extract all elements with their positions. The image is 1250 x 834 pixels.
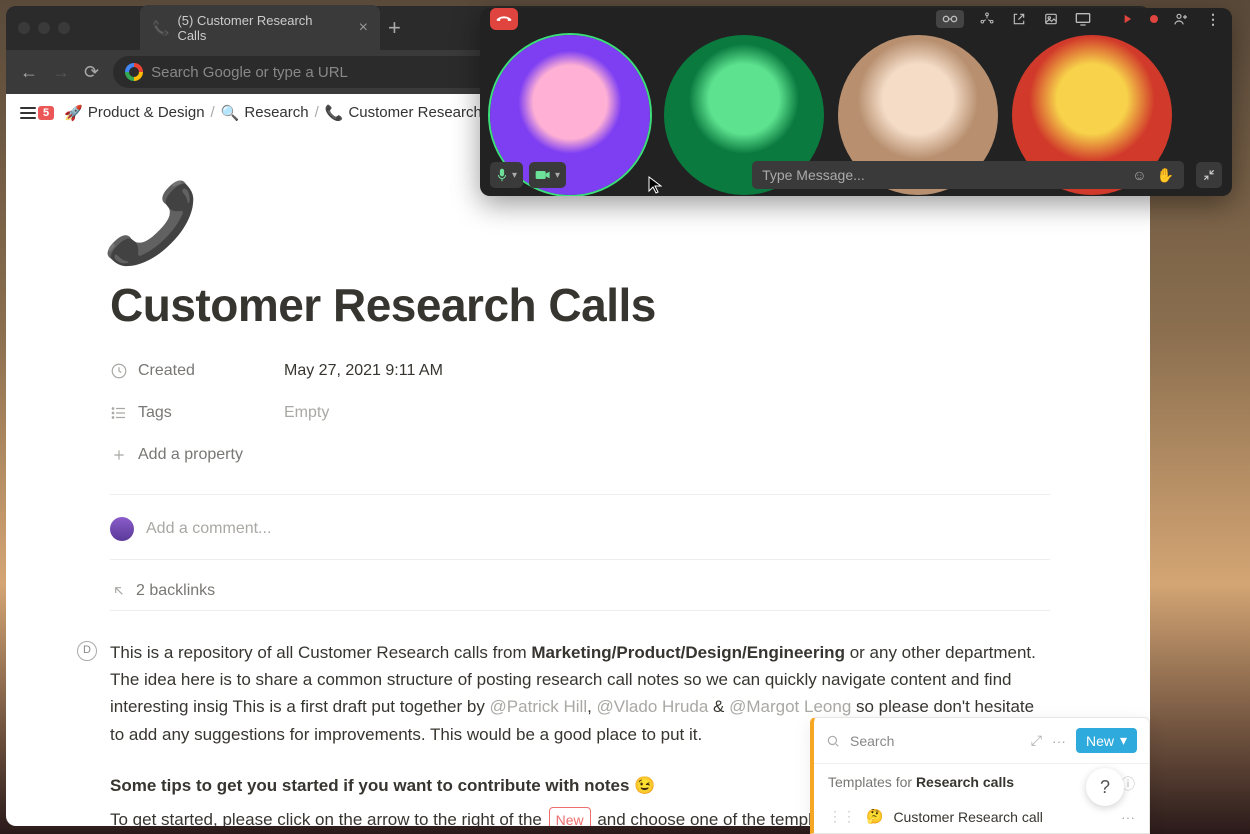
mention-margot[interactable]: @Margot Leong: [729, 697, 851, 716]
rocket-icon: 🚀: [64, 104, 83, 122]
back-button[interactable]: ←: [20, 62, 38, 83]
emoji-icon[interactable]: ☺: [1132, 167, 1146, 184]
add-property[interactable]: Add a property: [110, 434, 1050, 476]
divider: [110, 559, 1050, 560]
chevron-down-icon[interactable]: ▾: [555, 170, 560, 181]
prop-created[interactable]: Created May 27, 2021 9:11 AM: [110, 350, 1050, 392]
hangup-button[interactable]: [490, 8, 518, 30]
close-window[interactable]: [18, 22, 30, 34]
crumb-product-design[interactable]: 🚀 Product & Design: [64, 104, 204, 122]
raise-hand-icon[interactable]: ✋: [1157, 167, 1174, 184]
forward-button[interactable]: →: [52, 62, 70, 83]
tags-value[interactable]: Empty: [284, 404, 329, 422]
comment-row[interactable]: Add a comment...: [110, 517, 1050, 541]
search-icon: [826, 734, 840, 748]
reload-button[interactable]: ⟳: [84, 62, 99, 83]
kebab-icon[interactable]: ⋮: [1204, 10, 1222, 28]
tab-favicon: 📞: [152, 20, 169, 37]
backlinks[interactable]: 2 backlinks: [110, 582, 1050, 600]
prop-tags[interactable]: Tags Empty: [110, 392, 1050, 434]
crumb-research[interactable]: 🔍 Research: [221, 104, 309, 122]
author-badge: D: [77, 641, 97, 661]
mention-vlado[interactable]: @Vlado Hruda: [597, 697, 709, 716]
video-tools: ⋮: [936, 10, 1222, 28]
templates-search[interactable]: Search: [850, 733, 894, 749]
help-button[interactable]: ?: [1086, 768, 1124, 806]
record-icon[interactable]: [1118, 10, 1136, 28]
avatar: [110, 517, 134, 541]
camera-button[interactable]: ▾: [529, 162, 566, 188]
phone-icon: 📞: [325, 104, 344, 122]
comment-placeholder[interactable]: Add a comment...: [146, 520, 271, 538]
apps-icon[interactable]: [978, 10, 996, 28]
video-call-bottom: ▾ ▾ Type Message... ☺ ✋: [490, 160, 1222, 190]
window-controls[interactable]: [18, 22, 70, 34]
new-template-button[interactable]: New ▾: [1076, 728, 1137, 753]
templates-header: Search ⤢ ··· New ▾: [814, 718, 1149, 763]
hamburger-icon: [20, 112, 36, 114]
record-dot-icon: [1150, 15, 1158, 23]
new-tab-button[interactable]: +: [388, 15, 401, 41]
list-icon: [110, 404, 128, 422]
drag-handle-icon[interactable]: ⋮⋮: [828, 808, 856, 825]
template-item-label: Customer Research call: [893, 809, 1042, 825]
page-icon[interactable]: 📞: [102, 184, 199, 262]
minimize-call-icon[interactable]: [1196, 162, 1222, 188]
minimize-window[interactable]: [38, 22, 50, 34]
link-icon[interactable]: [936, 10, 964, 28]
picture-icon[interactable]: [1042, 10, 1060, 28]
browser-tab[interactable]: 📞 (5) Customer Research Calls ×: [140, 5, 380, 51]
backlinks-icon: [110, 582, 128, 600]
add-people-icon[interactable]: [1172, 10, 1190, 28]
message-input[interactable]: Type Message... ☺ ✋: [752, 161, 1184, 189]
message-placeholder: Type Message...: [762, 167, 865, 183]
clock-icon: [110, 362, 128, 380]
video-call-window: ⋮ ▾ ▾ Type Message... ☺ ✋: [480, 8, 1232, 196]
more-icon[interactable]: ···: [1052, 733, 1066, 749]
magnifier-icon: 🔍: [221, 104, 240, 122]
divider: [110, 494, 1050, 495]
chevron-down-icon: ▾: [1120, 732, 1127, 749]
mention-patrick[interactable]: @Patrick Hill: [490, 697, 588, 716]
created-value: May 27, 2021 9:11 AM: [284, 362, 443, 380]
new-badge: New: [549, 807, 591, 826]
template-item-icon: 🤔: [866, 808, 883, 825]
google-icon: [125, 63, 143, 81]
video-call-toolbar: ⋮: [480, 8, 1232, 30]
screen-share-icon[interactable]: [1074, 10, 1092, 28]
template-item-more-icon[interactable]: ···: [1121, 809, 1135, 825]
mic-button[interactable]: ▾: [490, 162, 523, 188]
omnibox[interactable]: Search Google or type a URL: [113, 56, 533, 88]
expand-icon[interactable]: ⤢: [1031, 732, 1042, 749]
close-tab-icon[interactable]: ×: [359, 19, 368, 37]
divider: [110, 610, 1050, 611]
sidebar-toggle[interactable]: 5: [20, 106, 54, 120]
page-title[interactable]: Customer Research Calls: [110, 278, 1050, 332]
tab-title: (5) Customer Research Calls: [177, 13, 344, 43]
omnibox-placeholder: Search Google or type a URL: [151, 64, 348, 81]
zoom-window[interactable]: [58, 22, 70, 34]
popout-icon[interactable]: [1010, 10, 1028, 28]
recording-indicator: [1118, 10, 1158, 28]
breadcrumb: 🚀 Product & Design / 🔍 Research / 📞 Cust…: [64, 104, 519, 122]
notification-badge: 5: [38, 106, 54, 120]
plus-icon: [110, 446, 128, 464]
chevron-down-icon[interactable]: ▾: [512, 170, 517, 181]
